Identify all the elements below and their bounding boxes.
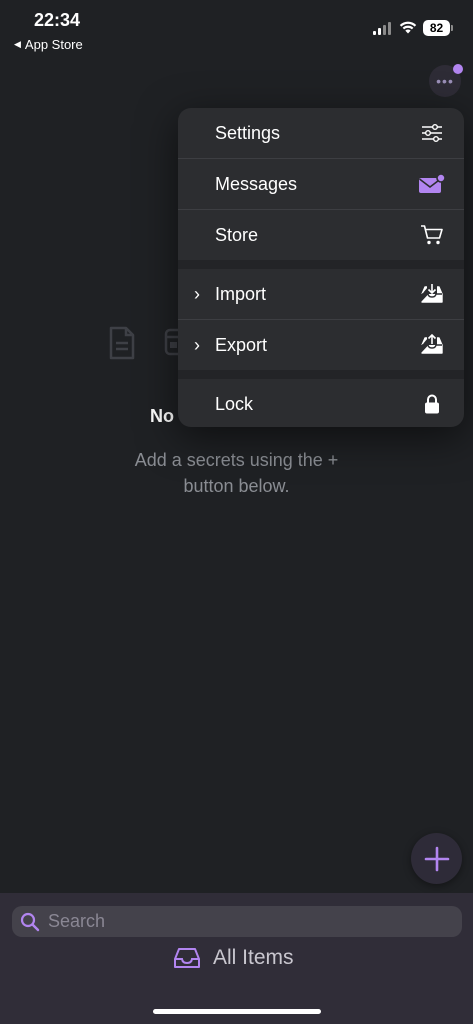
menu-item-label: Import [215, 283, 267, 304]
ellipsis-icon: ••• [436, 73, 454, 89]
menu-item-import[interactable]: › Import [178, 269, 464, 319]
all-items-label: All Items [213, 946, 294, 969]
menu-group-gap [178, 260, 464, 269]
battery-tip [451, 25, 453, 31]
menu-item-export[interactable]: › Export [178, 320, 464, 370]
chevron-right-icon: › [194, 283, 200, 304]
screen: 22:34 ◀ App Store 82 ••• No Add a secret… [0, 0, 473, 1024]
all-items-filter[interactable]: All Items [173, 946, 294, 970]
search-placeholder: Search [48, 911, 106, 931]
empty-state-title: No [150, 406, 174, 426]
inbox-tray-icon [174, 948, 200, 968]
options-menu: Settings Messages Store › Import › Expor… [178, 108, 464, 427]
tray-download-icon [421, 284, 443, 303]
battery-indicator: 82 [423, 20, 450, 36]
menu-item-label: Store [215, 224, 259, 245]
home-indicator[interactable] [153, 1009, 321, 1014]
search-icon [20, 912, 40, 931]
back-to-app-link[interactable]: ◀ App Store [14, 37, 83, 52]
menu-item-label: Export [215, 334, 268, 355]
status-time: 22:34 [34, 10, 81, 30]
chevron-right-icon: › [194, 334, 200, 355]
sliders-icon [422, 124, 442, 142]
add-item-button[interactable] [411, 833, 462, 884]
tray-upload-icon [421, 334, 443, 354]
menu-item-label: Messages [215, 173, 298, 194]
notification-dot [453, 64, 463, 74]
empty-state-subtitle: Add a secrets using the + button below. [134, 450, 339, 496]
envelope-badge-icon [419, 173, 446, 193]
search-field[interactable]: Search [12, 906, 462, 937]
menu-group-gap [178, 370, 464, 379]
back-app-label: App Store [24, 37, 83, 52]
plus-icon [424, 846, 449, 871]
cart-icon [421, 225, 443, 245]
document-icon [109, 326, 135, 360]
cellular-signal-icon [373, 21, 393, 35]
menu-item-messages[interactable]: Messages [178, 159, 464, 209]
wifi-icon [399, 21, 417, 34]
back-triangle-icon: ◀ [14, 39, 21, 49]
menu-item-store[interactable]: Store [178, 210, 464, 260]
menu-item-lock[interactable]: Lock [178, 379, 464, 427]
menu-item-settings[interactable]: Settings [178, 108, 464, 158]
lock-icon [425, 394, 439, 414]
menu-item-label: Lock [215, 393, 254, 414]
menu-item-label: Settings [215, 122, 281, 143]
